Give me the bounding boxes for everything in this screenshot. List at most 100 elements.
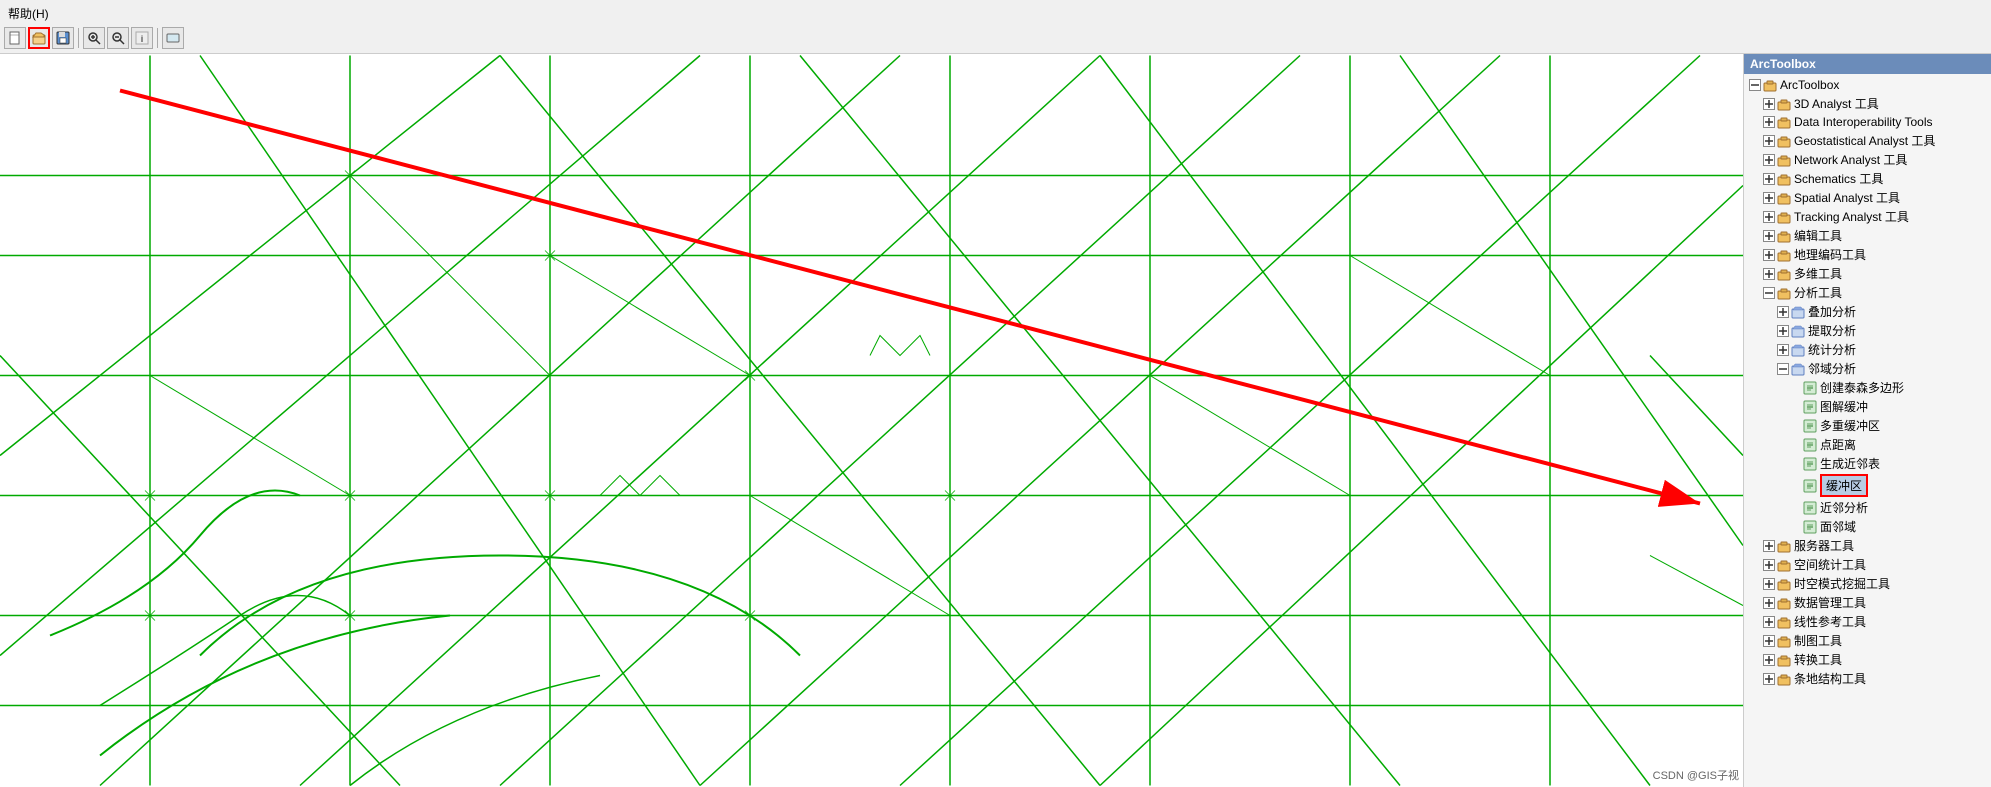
expand-icon-schematics[interactable]: [1762, 172, 1776, 186]
tree-item-neighbor-analysis[interactable]: 邻域分析: [1744, 359, 1991, 378]
expand-icon-neighbor-analysis[interactable]: [1776, 362, 1790, 376]
menu-bar: 帮助(H): [4, 2, 1987, 25]
expand-icon-spacetime-mining[interactable]: [1762, 577, 1776, 591]
tree-item-terrain[interactable]: 条地结构工具: [1744, 669, 1991, 688]
tree-item-generate-near[interactable]: 生成近邻表: [1744, 454, 1991, 473]
zoom-out-button[interactable]: [107, 27, 129, 49]
tool-icon-cartography: [1776, 633, 1792, 649]
tool-icon-stat-analysis: [1790, 342, 1806, 358]
expand-icon-spatial-analyst[interactable]: [1762, 191, 1776, 205]
tree-item-arctoolbox-root[interactable]: ArcToolbox: [1744, 76, 1991, 94]
tree-item-network-analyst[interactable]: Network Analyst 工具: [1744, 150, 1991, 169]
expand-icon-arctoolbox-root[interactable]: [1748, 78, 1762, 92]
expand-icon-overlay-analysis[interactable]: [1776, 305, 1790, 319]
expand-icon-multi-buffer[interactable]: [1790, 419, 1802, 433]
tool-icon-overlay-analysis: [1790, 304, 1806, 320]
expand-icon-multi-tools[interactable]: [1762, 267, 1776, 281]
item-label-overlay-analysis: 叠加分析: [1808, 303, 1856, 320]
tool-icon-graph-buffer: [1802, 399, 1818, 415]
new-button[interactable]: [4, 27, 26, 49]
expand-icon-thiessen[interactable]: [1790, 381, 1802, 395]
tree-item-server-tools[interactable]: 服务器工具: [1744, 536, 1991, 555]
expand-icon-data-manage[interactable]: [1762, 596, 1776, 610]
expand-icon-geostatistical[interactable]: [1762, 134, 1776, 148]
expand-icon-geo-encode[interactable]: [1762, 248, 1776, 262]
tree-item-edit-tools[interactable]: 编辑工具: [1744, 226, 1991, 245]
expand-icon-terrain[interactable]: [1762, 672, 1776, 686]
expand-icon-conversion[interactable]: [1762, 653, 1776, 667]
tree-item-near-analysis[interactable]: 近邻分析: [1744, 498, 1991, 517]
expand-icon-near-analysis[interactable]: [1790, 501, 1802, 515]
tool-icon-edit-tools: [1776, 228, 1792, 244]
tool-icon-arctoolbox-root: [1762, 77, 1778, 93]
expand-icon-stat-analysis[interactable]: [1776, 343, 1790, 357]
expand-icon-graph-buffer[interactable]: [1790, 400, 1802, 414]
expand-icon-network-analyst[interactable]: [1762, 153, 1776, 167]
extra-button[interactable]: [162, 27, 184, 49]
tool-icon-3d-analyst: [1776, 96, 1792, 112]
item-label-analysis-tools: 分析工具: [1794, 284, 1842, 301]
tree-item-extract-analysis[interactable]: 提取分析: [1744, 321, 1991, 340]
tree-item-spatial-stat[interactable]: 空间统计工具: [1744, 555, 1991, 574]
expand-icon-buffer-zone[interactable]: [1790, 479, 1802, 493]
map-canvas[interactable]: CSDN @GIS子视: [0, 54, 1743, 787]
tree-item-data-interop[interactable]: Data Interoperability Tools: [1744, 113, 1991, 131]
tool-icon-extract-analysis: [1790, 323, 1806, 339]
tree-item-geo-encode[interactable]: 地理编码工具: [1744, 245, 1991, 264]
expand-icon-server-tools[interactable]: [1762, 539, 1776, 553]
tree-item-spatial-analyst[interactable]: Spatial Analyst 工具: [1744, 188, 1991, 207]
open-button[interactable]: [28, 27, 50, 49]
expand-icon-tracking-analyst[interactable]: [1762, 210, 1776, 224]
zoom-in-button[interactable]: [83, 27, 105, 49]
tree-item-3d-analyst[interactable]: 3D Analyst 工具: [1744, 94, 1991, 113]
tool-icon-spatial-analyst: [1776, 190, 1792, 206]
expand-icon-spatial-stat[interactable]: [1762, 558, 1776, 572]
watermark: CSDN @GIS子视: [1653, 767, 1739, 783]
expand-icon-3d-analyst[interactable]: [1762, 97, 1776, 111]
tree-item-spacetime-mining[interactable]: 时空模式挖掘工具: [1744, 574, 1991, 593]
expand-icon-generate-near[interactable]: [1790, 457, 1802, 471]
expand-icon-point-distance[interactable]: [1790, 438, 1802, 452]
tree-item-conversion[interactable]: 转换工具: [1744, 650, 1991, 669]
tree-item-linear-ref[interactable]: 线性参考工具: [1744, 612, 1991, 631]
tree-item-tracking-analyst[interactable]: Tracking Analyst 工具: [1744, 207, 1991, 226]
tree-item-buffer-zone[interactable]: 缓冲区: [1744, 473, 1991, 498]
expand-icon-analysis-tools[interactable]: [1762, 286, 1776, 300]
item-label-stat-analysis: 统计分析: [1808, 341, 1856, 358]
item-label-3d-analyst: 3D Analyst 工具: [1794, 95, 1879, 112]
expand-icon-extract-analysis[interactable]: [1776, 324, 1790, 338]
tree-item-thiessen[interactable]: 创建泰森多边形: [1744, 378, 1991, 397]
item-label-spatial-stat: 空间统计工具: [1794, 556, 1866, 573]
toolbar-row-1: i: [4, 25, 1987, 51]
tree-item-overlay-analysis[interactable]: 叠加分析: [1744, 302, 1991, 321]
expand-icon-data-interop[interactable]: [1762, 115, 1776, 129]
save-button[interactable]: [52, 27, 74, 49]
tool-icon-server-tools: [1776, 538, 1792, 554]
tree-item-cartography[interactable]: 制图工具: [1744, 631, 1991, 650]
tree-item-polygon-neighbor[interactable]: 面邻域: [1744, 517, 1991, 536]
tree-item-schematics[interactable]: Schematics 工具: [1744, 169, 1991, 188]
tool-icon-tracking-analyst: [1776, 209, 1792, 225]
identify-button[interactable]: i: [131, 27, 153, 49]
item-label-linear-ref: 线性参考工具: [1794, 613, 1866, 630]
tool-icon-spacetime-mining: [1776, 576, 1792, 592]
expand-icon-linear-ref[interactable]: [1762, 615, 1776, 629]
menu-help[interactable]: 帮助(H): [4, 4, 53, 23]
tool-icon-geostatistical: [1776, 133, 1792, 149]
tree-item-data-manage[interactable]: 数据管理工具: [1744, 593, 1991, 612]
tool-icon-generate-near: [1802, 456, 1818, 472]
item-label-data-interop: Data Interoperability Tools: [1794, 115, 1933, 129]
tree-item-stat-analysis[interactable]: 统计分析: [1744, 340, 1991, 359]
tool-icon-multi-buffer: [1802, 418, 1818, 434]
tree-item-point-distance[interactable]: 点距离: [1744, 435, 1991, 454]
item-label-conversion: 转换工具: [1794, 651, 1842, 668]
tree-item-geostatistical[interactable]: Geostatistical Analyst 工具: [1744, 131, 1991, 150]
expand-icon-cartography[interactable]: [1762, 634, 1776, 648]
tree-item-graph-buffer[interactable]: 图解缓冲: [1744, 397, 1991, 416]
item-label-near-analysis: 近邻分析: [1820, 499, 1868, 516]
expand-icon-edit-tools[interactable]: [1762, 229, 1776, 243]
tree-item-multi-tools[interactable]: 多维工具: [1744, 264, 1991, 283]
tree-item-multi-buffer[interactable]: 多重缓冲区: [1744, 416, 1991, 435]
expand-icon-polygon-neighbor[interactable]: [1790, 520, 1802, 534]
tree-item-analysis-tools[interactable]: 分析工具: [1744, 283, 1991, 302]
